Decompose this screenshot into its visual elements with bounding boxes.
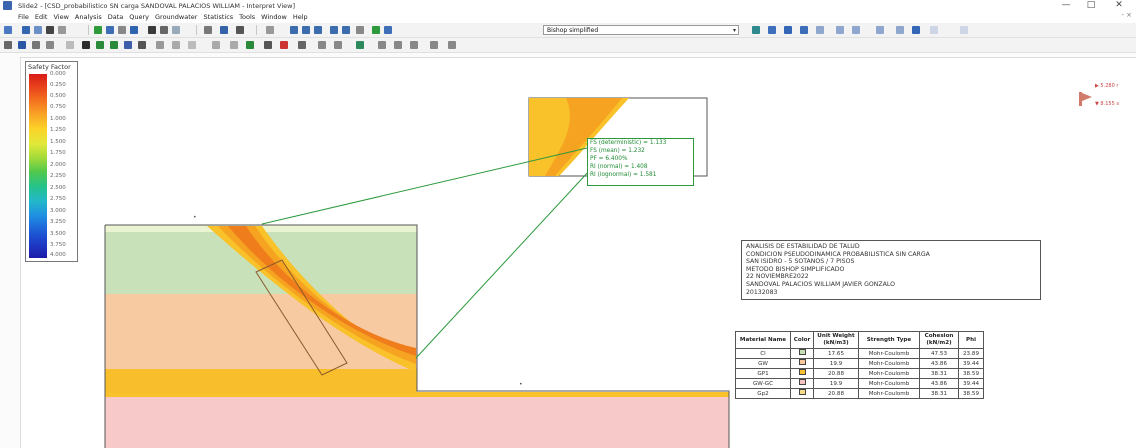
info-line: SAN ISIDRO - 5 SOTANOS / 7 PISOS — [746, 258, 855, 266]
legend-value: 3.750 — [50, 242, 66, 248]
color-swatch — [798, 369, 806, 375]
legend-value: 1.000 — [50, 116, 66, 122]
legend-value: 0.250 — [50, 82, 66, 88]
color-swatch — [798, 379, 806, 385]
unit-weight: 17.65 — [813, 348, 859, 359]
info-line: CONDICION PSEUDODINAMICA PROBABILISTICA … — [746, 250, 930, 258]
color-swatch — [798, 389, 806, 395]
legend-value: 1.500 — [50, 139, 66, 145]
legend-value: 0.750 — [50, 104, 66, 110]
phi: 39.44 — [958, 378, 984, 389]
layer-gw — [105, 294, 417, 369]
callout-ri-lognormal: RI (lognormal) = 1.581 — [590, 172, 657, 178]
column-header: Phi — [958, 331, 984, 349]
legend-value: 1.250 — [50, 127, 66, 133]
unit-weight: 20.88 — [813, 368, 859, 379]
info-line: SANDOVAL PALACIOS WILLIAM JAVIER GONZALO — [746, 280, 895, 288]
phi: 23.89 — [958, 348, 984, 359]
table-row[interactable]: GW 19.9 Mohr-Coulomb 43.86 39.44 — [735, 358, 984, 369]
callout-pf: PF = 6.400% — [590, 156, 628, 162]
table-row[interactable]: GW-GC 19.9 Mohr-Coulomb 43.86 39.44 — [735, 378, 984, 389]
column-header: Material Name — [735, 331, 791, 349]
info-line: 20132083 — [746, 288, 778, 296]
legend-value: 1.750 — [50, 150, 66, 156]
material-color — [790, 388, 814, 399]
legend-value: 2.750 — [50, 196, 66, 202]
column-header: Unit Weight (kN/m3) — [813, 331, 859, 349]
material-color — [790, 348, 814, 359]
phi: 38.59 — [958, 388, 984, 399]
cohesion: 38.31 — [919, 368, 959, 379]
material-name: GW-GC — [735, 378, 791, 389]
table-header-row: Material Name Color Unit Weight (kN/m3) … — [735, 331, 984, 349]
legend-value: 4.000 — [50, 252, 66, 258]
material-name: GP1 — [735, 368, 791, 379]
info-line: 22 NOVIEMBRE2022 — [746, 273, 809, 281]
scale-arrow-icon — [1082, 93, 1092, 101]
table-row[interactable]: Cl 17.65 Mohr-Coulomb 47.53 23.89 — [735, 348, 984, 359]
marker-upper-label: ▶ 5.280 r — [1095, 83, 1119, 89]
legend-value: 2.500 — [50, 185, 66, 191]
scale-marker — [1079, 92, 1082, 106]
legend-color-bar — [29, 74, 47, 258]
info-line: ANALISIS DE ESTABILIDAD DE TALUD — [746, 243, 860, 250]
color-swatch — [798, 349, 806, 355]
layer-gp1 — [105, 369, 417, 393]
material-color — [790, 368, 814, 379]
materials-table[interactable]: Material Name Color Unit Weight (kN/m3) … — [735, 331, 984, 399]
strength-type: Mohr-Coulomb — [858, 368, 920, 379]
strength-type: Mohr-Coulomb — [858, 388, 920, 399]
column-header: Cohesion (kN/m2) — [919, 331, 959, 349]
legend-value: 2.250 — [50, 173, 66, 179]
unit-weight: 20.88 — [813, 388, 859, 399]
table-row[interactable]: Gp2 20.88 Mohr-Coulomb 38.31 38.59 — [735, 388, 984, 399]
material-name: GW — [735, 358, 791, 369]
unit-weight: 19.9 — [813, 378, 859, 389]
leader-line-upper — [261, 147, 588, 225]
column-header: Color — [790, 331, 814, 349]
info-line: METODO BISHOP SIMPLIFICADO — [746, 265, 845, 273]
table-row[interactable]: GP1 20.88 Mohr-Coulomb 38.31 38.59 — [735, 368, 984, 379]
legend-title: Safety Factor — [28, 63, 71, 71]
leader-line-lower — [415, 169, 591, 359]
unit-weight: 19.9 — [813, 358, 859, 369]
project-info-box[interactable]: ANALISIS DE ESTABILIDAD DE TALUD CONDICI… — [741, 240, 1041, 300]
strength-type: Mohr-Coulomb — [858, 358, 920, 369]
material-color — [790, 378, 814, 389]
callout-fs-mean: FS (mean) = 1.232 — [590, 148, 645, 154]
cohesion: 43.86 — [919, 378, 959, 389]
layer-gw-gc — [105, 395, 729, 448]
safety-factor-callout[interactable]: FS (deterministic) = 1.133 FS (mean) = 1… — [587, 138, 694, 186]
legend-value: 3.250 — [50, 219, 66, 225]
point-marker: • — [193, 214, 197, 221]
point-marker: • — [519, 381, 523, 388]
legend-value: 2.000 — [50, 162, 66, 168]
phi: 39.44 — [958, 358, 984, 369]
column-header: Strength Type — [858, 331, 920, 349]
cohesion: 38.31 — [919, 388, 959, 399]
material-color — [790, 358, 814, 369]
safety-factor-legend[interactable]: Safety Factor 0.000 0.250 0.500 0.750 1.… — [25, 61, 78, 262]
phi: 38.59 — [958, 368, 984, 379]
callout-ri-normal: RI (normal) = 1.408 — [590, 164, 648, 170]
callout-fs-deterministic: FS (deterministic) = 1.133 — [590, 140, 667, 146]
strength-type: Mohr-Coulomb — [858, 348, 920, 359]
cohesion: 43.86 — [919, 358, 959, 369]
legend-value: 0.000 — [50, 71, 66, 77]
legend-value: 3.500 — [50, 231, 66, 237]
cohesion: 47.53 — [919, 348, 959, 359]
material-name: Cl — [735, 348, 791, 359]
marker-lower-label: ▼ 8.155 s — [1095, 101, 1119, 107]
color-swatch — [798, 359, 806, 365]
strength-type: Mohr-Coulomb — [858, 378, 920, 389]
legend-value: 3.000 — [50, 208, 66, 214]
legend-value: 0.500 — [50, 93, 66, 99]
material-name: Gp2 — [735, 388, 791, 399]
